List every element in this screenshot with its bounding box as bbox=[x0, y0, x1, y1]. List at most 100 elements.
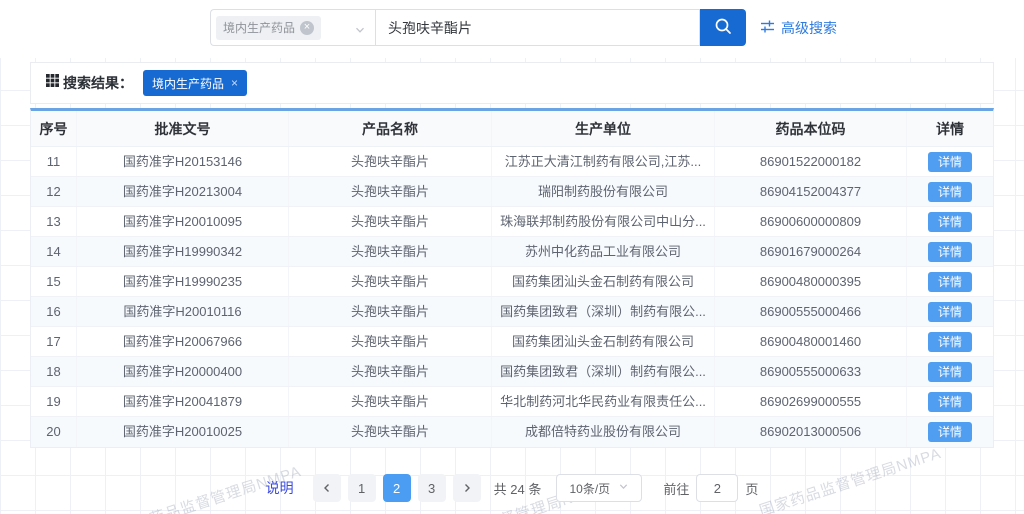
table-row: 18 国药准字H20000400 头孢呋辛酯片 国药集团致君（深圳）制药有限公.… bbox=[31, 357, 993, 387]
next-page-button[interactable] bbox=[453, 474, 481, 502]
detail-button[interactable]: 详情 bbox=[928, 272, 972, 292]
search-button[interactable] bbox=[700, 9, 746, 46]
search-group: 境内生产药品 × 高级搜索 bbox=[210, 9, 837, 46]
table-row: 17 国药准字H20067966 头孢呋辛酯片 国药集团汕头金石制药有限公司 8… bbox=[31, 327, 993, 357]
approval-number: 国药准字H20067966 bbox=[77, 327, 289, 356]
product-name: 头孢呋辛酯片 bbox=[289, 207, 492, 236]
detail-button[interactable]: 详情 bbox=[928, 212, 972, 232]
row-index: 17 bbox=[31, 327, 77, 356]
column-header-code: 药品本位码 bbox=[715, 111, 907, 146]
top-search-bar: 境内生产药品 × 高级搜索 bbox=[0, 0, 1024, 58]
detail-button[interactable]: 详情 bbox=[928, 362, 972, 382]
table-row: 16 国药准字H20010116 头孢呋辛酯片 国药集团致君（深圳）制药有限公.… bbox=[31, 297, 993, 327]
tune-icon bbox=[760, 19, 775, 37]
table-row: 12 国药准字H20213004 头孢呋辛酯片 瑞阳制药股份有限公司 86904… bbox=[31, 177, 993, 207]
manufacturer-name: 国药集团汕头金石制药有限公司 bbox=[492, 267, 715, 296]
goto-page-input[interactable] bbox=[696, 474, 738, 502]
category-select[interactable]: 境内生产药品 × bbox=[210, 9, 375, 46]
grid-icon bbox=[46, 74, 59, 92]
search-input[interactable] bbox=[375, 9, 700, 46]
approval-number: 国药准字H19990235 bbox=[77, 267, 289, 296]
table-row: 19 国药准字H20041879 头孢呋辛酯片 华北制药河北华民药业有限责任公.… bbox=[31, 387, 993, 417]
table-row: 20 国药准字H20010025 头孢呋辛酯片 成都倍特药业股份有限公司 869… bbox=[31, 417, 993, 447]
search-icon bbox=[713, 16, 733, 39]
column-header-detail: 详情 bbox=[907, 111, 993, 146]
chevron-right-icon bbox=[462, 481, 472, 496]
table-row: 11 国药准字H20153146 头孢呋辛酯片 江苏正大清江制药有限公司,江苏.… bbox=[31, 147, 993, 177]
product-name: 头孢呋辛酯片 bbox=[289, 357, 492, 386]
product-name: 头孢呋辛酯片 bbox=[289, 417, 492, 447]
row-index: 15 bbox=[31, 267, 77, 296]
result-tag-label: 境内生产药品 bbox=[152, 75, 224, 92]
detail-cell: 详情 bbox=[907, 237, 993, 266]
detail-cell: 详情 bbox=[907, 357, 993, 386]
product-name: 头孢呋辛酯片 bbox=[289, 297, 492, 326]
approval-number: 国药准字H20153146 bbox=[77, 147, 289, 176]
row-index: 20 bbox=[31, 417, 77, 447]
chevron-down-icon bbox=[354, 23, 366, 41]
row-index: 12 bbox=[31, 177, 77, 206]
drug-code: 86900555000466 bbox=[715, 297, 907, 326]
page-button-3[interactable]: 3 bbox=[418, 474, 446, 502]
row-index: 11 bbox=[31, 147, 77, 176]
detail-button[interactable]: 详情 bbox=[928, 332, 972, 352]
category-chip: 境内生产药品 × bbox=[216, 16, 321, 40]
detail-button[interactable]: 详情 bbox=[928, 182, 972, 202]
row-index: 14 bbox=[31, 237, 77, 266]
detail-button[interactable]: 详情 bbox=[928, 152, 972, 172]
row-index: 16 bbox=[31, 297, 77, 326]
page-number-buttons: 123 bbox=[348, 474, 446, 502]
detail-button[interactable]: 详情 bbox=[928, 242, 972, 262]
manufacturer-name: 国药集团致君（深圳）制药有限公... bbox=[492, 297, 715, 326]
manufacturer-name: 国药集团汕头金石制药有限公司 bbox=[492, 327, 715, 356]
row-index: 19 bbox=[31, 387, 77, 416]
approval-number: 国药准字H19990342 bbox=[77, 237, 289, 266]
category-chip-label: 境内生产药品 bbox=[223, 19, 295, 36]
page-size-select[interactable]: 10条/页 bbox=[556, 474, 642, 502]
table-body: 11 国药准字H20153146 头孢呋辛酯片 江苏正大清江制药有限公司,江苏.… bbox=[31, 147, 993, 447]
table-row: 14 国药准字H19990342 头孢呋辛酯片 苏州中化药品工业有限公司 869… bbox=[31, 237, 993, 267]
product-name: 头孢呋辛酯片 bbox=[289, 147, 492, 176]
search-results-panel: 搜索结果： 境内生产药品 × bbox=[30, 62, 994, 104]
total-count: 共 24 条 bbox=[494, 479, 542, 498]
row-index: 13 bbox=[31, 207, 77, 236]
manufacturer-name: 江苏正大清江制药有限公司,江苏... bbox=[492, 147, 715, 176]
detail-cell: 详情 bbox=[907, 267, 993, 296]
approval-number: 国药准字H20010116 bbox=[77, 297, 289, 326]
approval-number: 国药准字H20213004 bbox=[77, 177, 289, 206]
table-row: 13 国药准字H20010095 头孢呋辛酯片 珠海联邦制药股份有限公司中山分.… bbox=[31, 207, 993, 237]
chevron-left-icon bbox=[322, 481, 332, 496]
manufacturer-name: 瑞阳制药股份有限公司 bbox=[492, 177, 715, 206]
page: 国家药品监督管理局NMPA 国家药品监督管理局NMPA 国家药品监督管理局NMP… bbox=[0, 0, 1024, 514]
prev-page-button[interactable] bbox=[313, 474, 341, 502]
approval-number: 国药准字H20000400 bbox=[77, 357, 289, 386]
drug-code: 86900555000633 bbox=[715, 357, 907, 386]
detail-button[interactable]: 详情 bbox=[928, 422, 972, 442]
detail-cell: 详情 bbox=[907, 327, 993, 356]
product-name: 头孢呋辛酯片 bbox=[289, 267, 492, 296]
drug-code: 86902699000555 bbox=[715, 387, 907, 416]
detail-cell: 详情 bbox=[907, 177, 993, 206]
manufacturer-name: 华北制药河北华民药业有限责任公... bbox=[492, 387, 715, 416]
advanced-search-label: 高级搜索 bbox=[781, 18, 837, 38]
pagination: 说明 123 共 24 条 10条/页 前往 页 bbox=[0, 474, 1024, 502]
drug-code: 86904152004377 bbox=[715, 177, 907, 206]
results-label: 搜索结果： bbox=[63, 73, 133, 93]
chip-close-icon[interactable]: × bbox=[300, 21, 314, 35]
product-name: 头孢呋辛酯片 bbox=[289, 237, 492, 266]
column-header-no: 序号 bbox=[31, 111, 77, 146]
detail-cell: 详情 bbox=[907, 417, 993, 447]
table-header: 序号 批准文号 产品名称 生产单位 药品本位码 详情 bbox=[31, 111, 993, 147]
detail-button[interactable]: 详情 bbox=[928, 392, 972, 412]
detail-button[interactable]: 详情 bbox=[928, 302, 972, 322]
approval-number: 国药准字H20010025 bbox=[77, 417, 289, 447]
table-row: 15 国药准字H19990235 头孢呋辛酯片 国药集团汕头金石制药有限公司 8… bbox=[31, 267, 993, 297]
manufacturer-name: 珠海联邦制药股份有限公司中山分... bbox=[492, 207, 715, 236]
drug-code: 86900480001460 bbox=[715, 327, 907, 356]
tag-close-icon[interactable]: × bbox=[231, 76, 238, 90]
note-link[interactable]: 说明 bbox=[266, 478, 294, 498]
page-button-1[interactable]: 1 bbox=[348, 474, 376, 502]
advanced-search-link[interactable]: 高级搜索 bbox=[760, 9, 837, 46]
page-button-2[interactable]: 2 bbox=[383, 474, 411, 502]
result-filter-tag[interactable]: 境内生产药品 × bbox=[143, 70, 247, 96]
